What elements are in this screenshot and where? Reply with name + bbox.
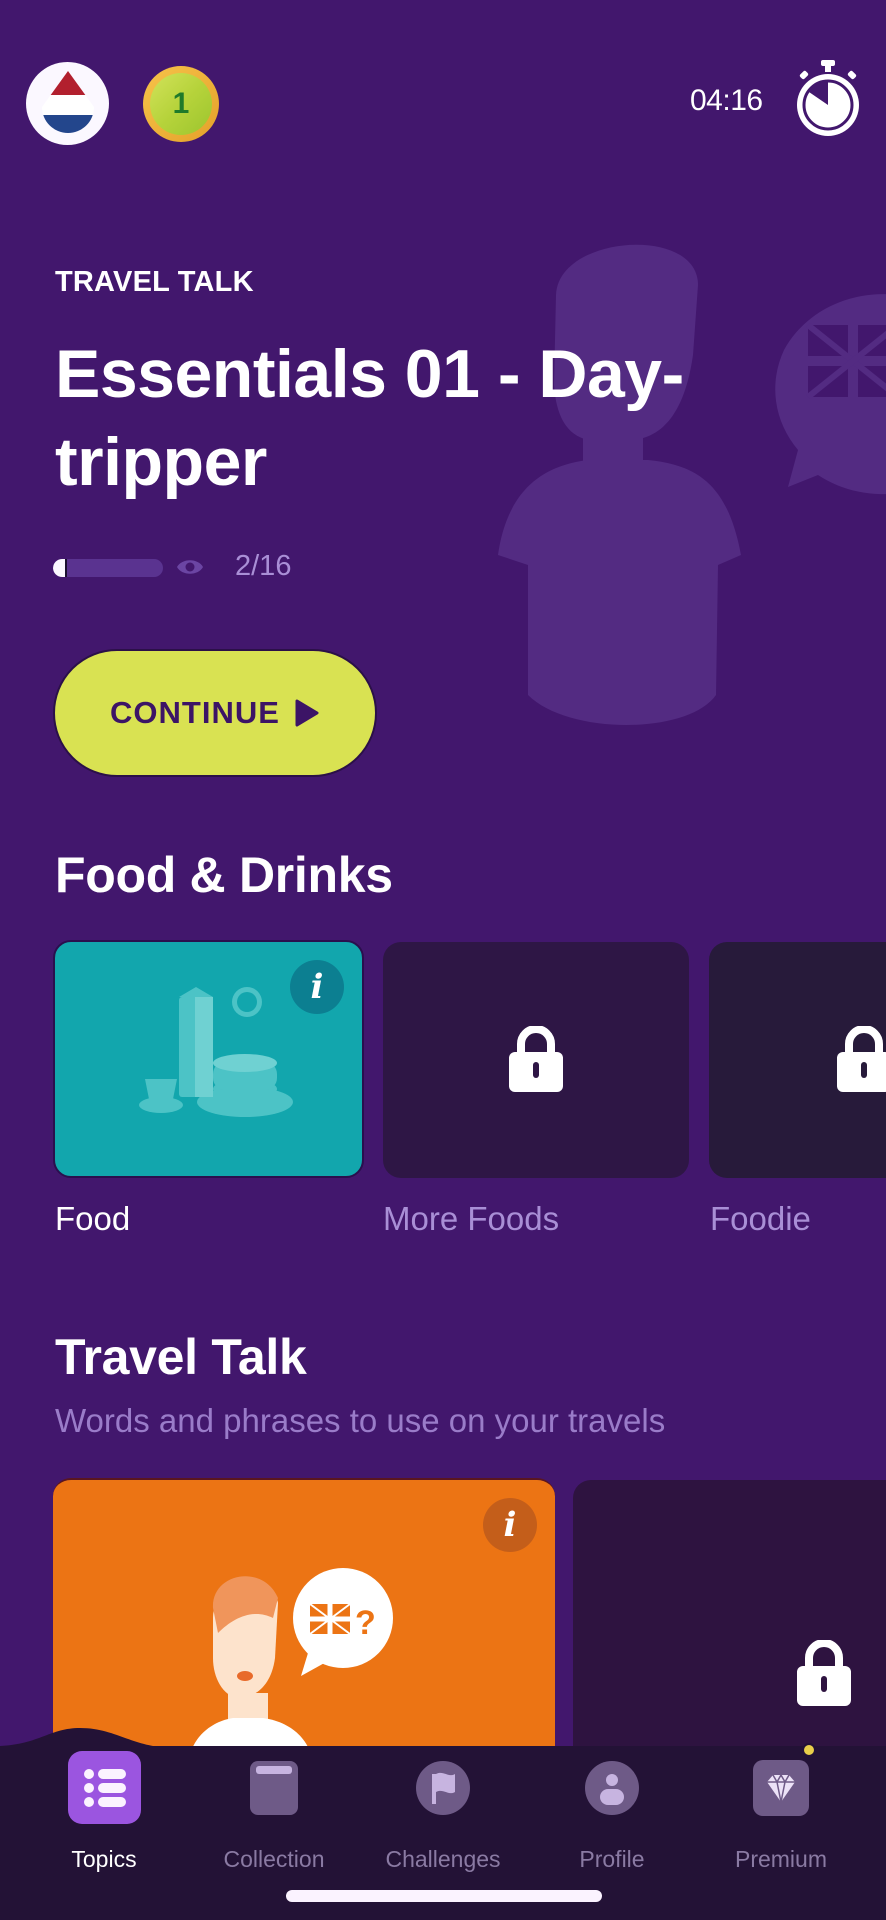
tab-label: Challenges (385, 1846, 501, 1872)
lock-icon (837, 1026, 886, 1092)
lesson-title: Essentials 01 - Day-tripper (55, 336, 684, 500)
level-badge-value: 1 (150, 73, 212, 135)
diamond-icon (753, 1759, 809, 1816)
topic-card-label: Foodie (710, 1200, 811, 1237)
play-icon (295, 699, 319, 727)
tab-collection[interactable]: Collection (199, 1751, 349, 1873)
lesson-progress-fill (53, 559, 67, 577)
level-badge[interactable]: 1 (143, 66, 219, 142)
tab-label: Topics (71, 1846, 137, 1872)
topic-card-label: More Foods (383, 1200, 560, 1237)
info-button[interactable]: i (483, 1498, 537, 1552)
home-indicator (286, 1890, 602, 1902)
flag-icon (416, 1760, 470, 1815)
tab-profile[interactable]: Profile (537, 1751, 687, 1873)
food-illustration (139, 987, 293, 1117)
topic-card-food[interactable]: i (53, 940, 364, 1178)
stopwatch-icon[interactable] (794, 60, 862, 138)
topic-card-more-foods[interactable] (383, 942, 689, 1178)
person-icon (585, 1760, 639, 1815)
topic-card-label: Food (55, 1200, 131, 1237)
list-icon (67, 1751, 141, 1824)
tab-label: Collection (223, 1846, 325, 1872)
language-flag-button[interactable] (26, 62, 109, 145)
section-subtitle: Words and phrases to use on your travels (55, 1402, 666, 1439)
info-button[interactable]: i (290, 960, 344, 1014)
tab-challenges[interactable]: Challenges (368, 1751, 518, 1873)
continue-button[interactable]: CONTINUE (53, 649, 377, 777)
lesson-progress-bar (53, 559, 163, 577)
book-icon (250, 1760, 298, 1815)
timer-text: 04:16 (690, 84, 763, 117)
lesson-category: TRAVEL TALK (55, 266, 254, 298)
eye-icon (177, 560, 203, 574)
tab-premium[interactable]: Premium (706, 1743, 856, 1873)
tab-label: Profile (579, 1846, 645, 1872)
progress-count: 2/16 (235, 550, 292, 582)
svg-text:?: ? (355, 1604, 376, 1642)
netherlands-flag-icon (41, 70, 94, 133)
lock-icon (509, 1026, 563, 1092)
section-title-travel-talk: Travel Talk (55, 1329, 307, 1385)
tab-label: Premium (734, 1846, 827, 1872)
section-title-food-drinks: Food & Drinks (55, 847, 393, 903)
topic-card-travel-locked[interactable] (573, 1480, 886, 1780)
tab-topics[interactable]: Topics (29, 1751, 179, 1873)
notification-dot (802, 1743, 816, 1757)
continue-button-label: CONTINUE (110, 695, 280, 730)
topic-card-foodie[interactable] (709, 942, 886, 1178)
lock-icon (797, 1640, 851, 1706)
